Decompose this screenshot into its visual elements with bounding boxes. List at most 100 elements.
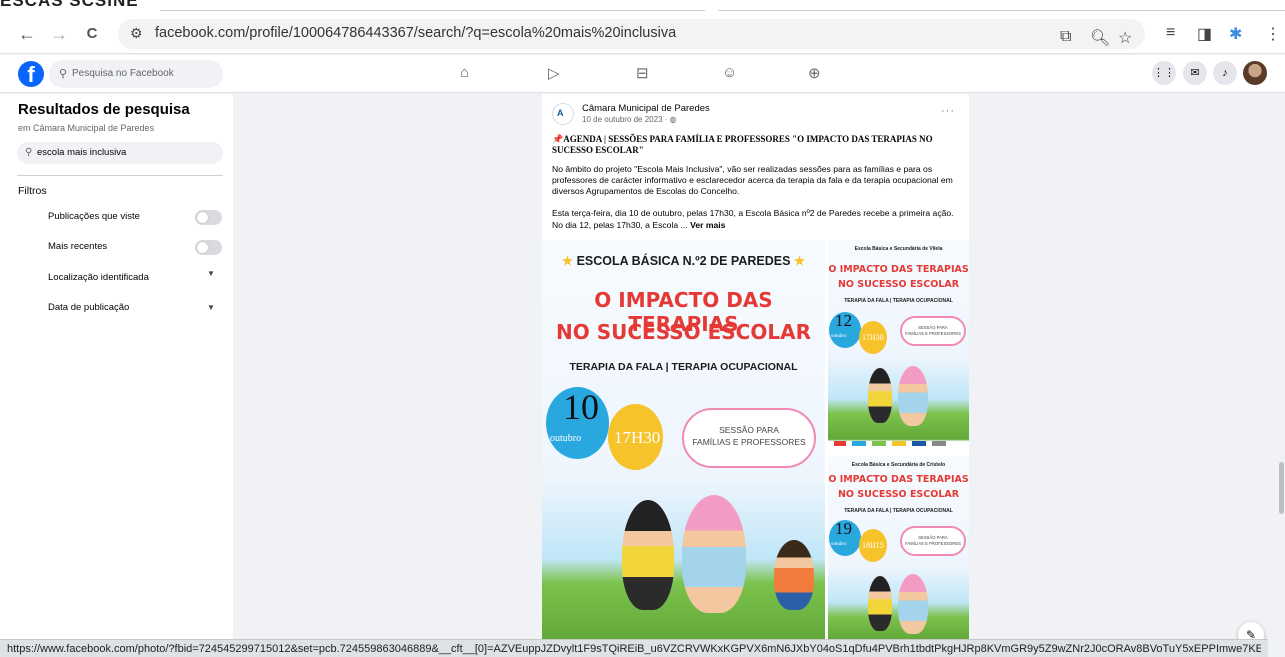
illustration-kid-girl	[682, 495, 746, 613]
search-icon: ⚲	[59, 68, 68, 80]
image-school-name: Escola Básica e Secundária de Cristelo	[851, 462, 946, 468]
clipped-text: ESCAS SCSINE	[0, 0, 139, 10]
url-text[interactable]: facebook.com/profile/100064786443367/sea…	[155, 25, 676, 41]
page-avatar[interactable]	[552, 103, 574, 125]
back-button[interactable]: ←	[15, 22, 39, 46]
filter-seen-posts-toggle[interactable]	[195, 210, 222, 225]
filter-location-label[interactable]: Localização identificada	[48, 272, 149, 283]
image-title-line2: NO SUCESSO ESCOLAR	[837, 279, 960, 290]
image-title-line1: O IMPACTO DAS TERAPIAS	[828, 264, 969, 275]
site-info-icon[interactable]: ⚙	[130, 25, 143, 42]
illustration-kid-boy	[868, 576, 892, 631]
divider	[17, 175, 223, 176]
status-url: https://www.facebook.com/photo/?fbid=724…	[7, 643, 1261, 655]
star-icon: ★	[790, 254, 806, 268]
illustration-kid-boy	[622, 500, 674, 610]
post-image-main[interactable]: ★ ESCOLA BÁSICA N.º2 DE PAREDES ★ O IMPA…	[542, 240, 825, 639]
image-cloud-line2: FAMÍLIAS E PROFESSORES	[692, 437, 806, 447]
groups-icon[interactable]: ☺	[722, 64, 737, 81]
post-image-side-1[interactable]: Escola Básica e Secundária de Vilela O I…	[828, 240, 969, 452]
image-title-line2: NO SUCESSO ESCOLAR	[837, 489, 960, 500]
filter-most-recent-toggle[interactable]	[195, 240, 222, 255]
marketplace-icon[interactable]: ⊟	[636, 64, 649, 82]
gaming-icon[interactable]: ⊕	[808, 64, 821, 82]
image-school-text: ESCOLA BÁSICA N.º2 DE PAREDES	[576, 254, 791, 268]
image-school-name: Escola Básica e Secundária de Vilela	[854, 246, 943, 252]
address-bar[interactable]: ⚙ facebook.com/profile/100064786443367/s…	[118, 19, 1145, 49]
facebook-logo-icon[interactable]: f	[18, 61, 44, 87]
image-cloud: SESSÃO PARA FAMÍLIAS E PROFESSORES	[900, 316, 966, 346]
zoom-icon[interactable]: 🔍︎	[1090, 28, 1110, 48]
side-panel-icon[interactable]: ◨	[1197, 24, 1212, 44]
image-day: 12	[835, 311, 852, 330]
divider	[160, 10, 705, 11]
post-body: No âmbito do projeto "Escola Mais Inclus…	[552, 164, 953, 196]
search-placeholder: Pesquisa no Facebook	[72, 68, 174, 79]
post-date-text[interactable]: 10 de outubro de 2023 ·	[582, 115, 670, 124]
bookmark-star-icon[interactable]: ☆	[1118, 28, 1132, 48]
menu-grid-icon[interactable]: ⋮⋮	[1152, 61, 1176, 85]
clipped-window-strip: ESCAS SCSINE	[0, 0, 1285, 14]
link-status-bar: https://www.facebook.com/photo/?fbid=724…	[0, 639, 1268, 657]
image-subtitle: TERAPIA DA FALA | TERAPIA OCUPACIONAL	[569, 361, 798, 373]
post-date[interactable]: 10 de outubro de 2023 · ◍	[582, 115, 677, 124]
post-headline: 📌AGENDA | SESSÕES PARA FAMÍLIA E PROFESS…	[552, 134, 933, 155]
image-school-name: ★ ESCOLA BÁSICA N.º2 DE PAREDES ★	[542, 253, 825, 268]
image-day: 10	[563, 387, 599, 427]
page-scrollbar-thumb[interactable]	[1279, 462, 1284, 514]
post-image-side-2[interactable]: Escola Básica e Secundária de Cristelo O…	[828, 456, 969, 639]
messenger-icon[interactable]: ✉	[1183, 61, 1207, 85]
image-cloud-line1: SESSÃO PARA	[719, 425, 779, 435]
filters-heading: Filtros	[18, 185, 47, 197]
sidebar-search-value[interactable]: escola mais inclusiva	[37, 147, 126, 158]
image-subtitle: TERAPIA DA FALA | TERAPIA OCUPACIONAL	[844, 508, 953, 514]
image-cloud-line2: FAMÍLIAS E PROFESSORES	[905, 541, 961, 546]
sidebar-title: Resultados de pesquisa	[18, 101, 190, 118]
image-month: outubro	[550, 433, 582, 444]
reload-button[interactable]: C	[80, 22, 104, 46]
install-app-icon[interactable]: ⧉	[1060, 28, 1071, 46]
image-time: 17H30	[614, 428, 661, 447]
sidebar-subtitle: em Câmara Municipal de Paredes	[18, 123, 155, 133]
image-cloud-line2: FAMÍLIAS E PROFESSORES	[905, 331, 961, 336]
post-options-icon[interactable]: ···	[941, 105, 955, 117]
illustration-kid-small	[774, 540, 814, 610]
illustration-kid-boy	[868, 368, 892, 423]
search-icon: ⚲	[25, 147, 33, 158]
post-page-name[interactable]: Câmara Municipal de Paredes	[582, 103, 710, 114]
chevron-down-icon[interactable]: ▼	[207, 269, 215, 278]
image-cloud: SESSÃO PARA FAMÍLIAS E PROFESSORES	[682, 408, 816, 468]
image-month: outubro	[831, 334, 847, 339]
video-icon[interactable]: ▷	[548, 64, 560, 82]
browser-toolbar: ← → C ⚙ facebook.com/profile/10006478644…	[0, 14, 1285, 54]
extension-icon[interactable]: ✱	[1229, 24, 1242, 44]
reading-list-icon[interactable]: ≡	[1166, 24, 1175, 42]
page-scrollbar-track[interactable]	[1273, 94, 1285, 639]
sidebar-search-input[interactable]: ⚲ escola mais inclusiva	[17, 142, 223, 164]
post-body-continued: Esta terça-feira, dia 10 de outubro, pel…	[552, 207, 964, 231]
star-icon: ★	[561, 254, 577, 268]
facebook-search-input[interactable]: ⚲ Pesquisa no Facebook	[49, 60, 223, 88]
illustration-kid-girl	[898, 574, 928, 634]
image-time: 17H30	[862, 333, 884, 342]
filter-date-label[interactable]: Data de publicação	[48, 302, 129, 313]
globe-icon: ◍	[669, 115, 677, 124]
image-time: 18H15	[862, 541, 884, 550]
notifications-bell-icon[interactable]: ♪	[1213, 61, 1237, 85]
home-icon[interactable]: ⌂	[460, 64, 469, 81]
post-body-text: Esta terça-feira, dia 10 de outubro, pel…	[552, 208, 954, 230]
forward-button[interactable]: →	[47, 22, 71, 46]
image-day: 19	[835, 519, 852, 538]
image-subtitle: TERAPIA DA FALA | TERAPIA OCUPACIONAL	[844, 298, 953, 304]
sponsor-logos-strip	[828, 439, 969, 449]
image-title-line2: NO SUCESSO ESCOLAR	[556, 320, 811, 344]
facebook-header: f ⚲ Pesquisa no Facebook ⌂ ▷ ⊟ ☺ ⊕ ⋮⋮ ✉ …	[0, 55, 1285, 93]
image-month: outubro	[831, 542, 847, 547]
filter-seen-posts-label: Publicações que viste	[48, 211, 140, 222]
search-results-sidebar: Resultados de pesquisa em Câmara Municip…	[0, 94, 233, 639]
divider	[718, 10, 1285, 11]
profile-avatar[interactable]	[1243, 61, 1267, 85]
browser-menu-icon[interactable]: ⋮	[1265, 24, 1281, 44]
chevron-down-icon[interactable]: ▼	[207, 303, 215, 312]
see-more-link[interactable]: Ver mais	[690, 220, 725, 230]
